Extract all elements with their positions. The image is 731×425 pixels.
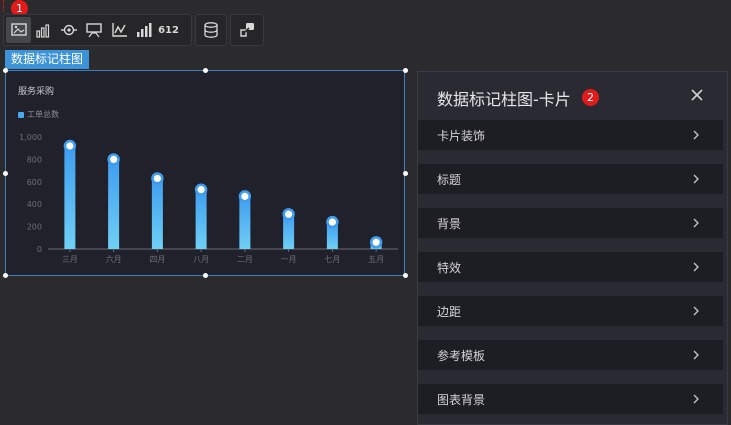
- line-chart-button[interactable]: [106, 17, 131, 43]
- chevron-right-icon: [693, 130, 699, 140]
- resize-handle-top-right[interactable]: [403, 68, 408, 73]
- bar: [195, 189, 207, 249]
- bar-marker-dot: [110, 155, 118, 163]
- y-tick-label: 0: [37, 245, 42, 254]
- y-tick-label: 200: [27, 223, 42, 232]
- panel-row-label: 图表背景: [437, 392, 486, 407]
- link-toolbar: [230, 14, 264, 46]
- x-tick-label: 二月: [237, 255, 253, 264]
- card-icon: [85, 23, 102, 38]
- resize-handle-bottom-right[interactable]: [403, 273, 408, 278]
- bar-marker-dot: [285, 210, 293, 218]
- resize-handle-bottom[interactable]: [203, 273, 208, 278]
- panel-row-label: 标题: [437, 172, 462, 187]
- chevron-right-icon: [693, 394, 699, 404]
- x-tick-label: 三月: [62, 255, 78, 264]
- chevron-right-icon: [693, 350, 699, 360]
- line-chart-icon: [111, 23, 127, 37]
- y-tick-label: 600: [27, 178, 42, 187]
- target-icon: [60, 24, 77, 36]
- panel-row-label: 特效: [437, 260, 462, 275]
- bar-chart-button[interactable]: [31, 17, 56, 43]
- bar: [108, 159, 120, 249]
- resize-handle-top-left[interactable]: [3, 68, 8, 73]
- bar: [239, 196, 251, 249]
- bar: [64, 145, 76, 249]
- card-button[interactable]: [81, 17, 106, 43]
- resize-handle-bottom-left[interactable]: [3, 273, 8, 278]
- resize-handle-top[interactable]: [203, 68, 208, 73]
- properties-panel: 数据标记柱图-卡片 2 卡片装饰标题背景特效边距参考模板图表背景: [417, 71, 728, 425]
- panel-row[interactable]: 背景: [418, 208, 723, 238]
- step-bar-icon: [136, 23, 151, 37]
- number-button[interactable]: 612: [156, 17, 181, 43]
- bar-marker-dot: [372, 238, 380, 246]
- link-button[interactable]: [235, 17, 260, 43]
- chevron-right-icon: [693, 262, 699, 272]
- step-bar-button[interactable]: [131, 17, 156, 43]
- bar-marker-dot: [328, 218, 336, 226]
- close-icon[interactable]: [688, 86, 706, 104]
- bar: [151, 178, 163, 249]
- target-button[interactable]: [56, 17, 81, 43]
- panel-title: 数据标记柱图-卡片: [437, 90, 571, 109]
- panel-row[interactable]: 参考模板: [418, 340, 723, 370]
- panel-row-label: 参考模板: [437, 348, 486, 363]
- chevron-right-icon: [693, 218, 699, 228]
- image-button[interactable]: [6, 17, 31, 43]
- database-button[interactable]: [199, 17, 224, 43]
- panel-row[interactable]: 边距: [418, 296, 723, 326]
- panel-row[interactable]: 特效: [418, 252, 723, 282]
- chart-type-toolbar: 612: [3, 14, 192, 46]
- chevron-right-icon: [693, 174, 699, 184]
- selection-dotted-line: [3, 0, 4, 12]
- resize-handle-left[interactable]: [3, 171, 8, 176]
- callout-badge-2: 2: [582, 89, 599, 106]
- component-name-tag[interactable]: 数据标记柱图: [5, 50, 90, 69]
- x-tick-label: 五月: [368, 255, 384, 264]
- panel-row[interactable]: 标题: [418, 164, 723, 194]
- panel-row-label: 边距: [437, 304, 462, 319]
- link-icon: [240, 23, 254, 37]
- x-tick-label: 一月: [281, 255, 297, 264]
- bar-marker-dot: [241, 192, 249, 200]
- image-icon: [10, 23, 27, 36]
- database-icon: [204, 22, 218, 38]
- bar-marker-dot: [153, 174, 161, 183]
- bar-chart-icon: [35, 24, 49, 38]
- data-toolbar: [195, 14, 227, 46]
- resize-handle-right[interactable]: [403, 171, 408, 176]
- panel-row-label: 卡片装饰: [437, 128, 486, 143]
- y-tick-label: 800: [27, 155, 42, 164]
- bar-chart-plot: 0 200 400 600 800 1,000 三月 六月 四月 八月 二月 一月 七月 五月: [19, 133, 398, 264]
- chevron-right-icon: [693, 306, 699, 316]
- chart-card[interactable]: 服务采购 工单总数 0 200 400 600 800 1,000 三月 六月 四月 八月 二月 一月…: [5, 70, 405, 276]
- x-tick-label: 六月: [106, 254, 122, 264]
- bar-marker-dot: [66, 142, 74, 150]
- y-tick-label: 1,000: [19, 133, 42, 142]
- x-tick-label: 七月: [324, 255, 340, 264]
- bar-marker-dot: [197, 186, 205, 194]
- y-tick-label: 400: [27, 200, 42, 209]
- panel-row[interactable]: 图表背景: [418, 384, 723, 414]
- x-tick-label: 八月: [193, 255, 209, 264]
- panel-row-label: 背景: [437, 216, 462, 231]
- panel-row[interactable]: 卡片装饰: [418, 120, 723, 150]
- number-icon: 612: [158, 24, 179, 36]
- x-tick-label: 四月: [149, 255, 165, 264]
